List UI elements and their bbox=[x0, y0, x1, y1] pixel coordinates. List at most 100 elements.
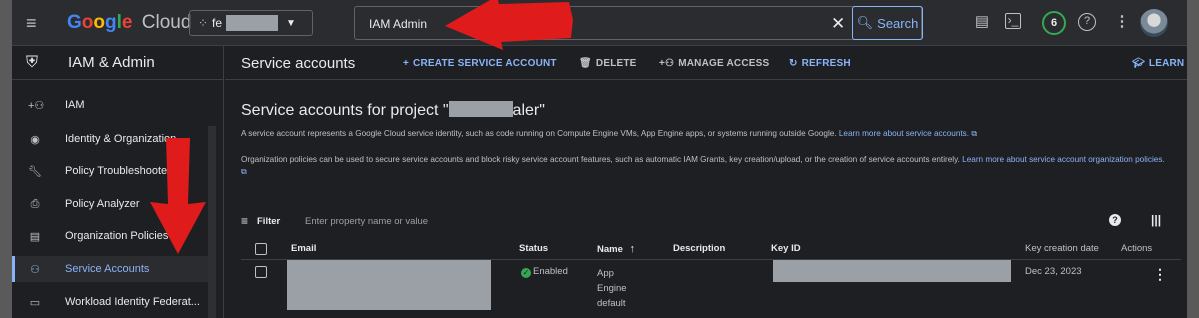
top-bar: ≡ Google Cloud ⁘ fe ▼ IAM Admin ✕ 🔍︎ Sea… bbox=[12, 0, 1187, 46]
sidebar-title: IAM & Admin bbox=[68, 54, 155, 71]
link-text-a: Learn more bbox=[962, 155, 1005, 164]
column-name-label: Name bbox=[597, 244, 623, 255]
sidebar-item-label: Workload Identity Federat... bbox=[65, 296, 200, 308]
name-cell: App Engine default bbox=[597, 266, 627, 311]
row-checkbox[interactable] bbox=[255, 266, 267, 278]
project-icon: ⁘ bbox=[198, 16, 209, 30]
logo-cloud: Cloud bbox=[141, 12, 192, 33]
add-person-icon: +⚇ bbox=[659, 58, 675, 69]
org-policy-text: Organization policies can be used to sec… bbox=[241, 155, 963, 164]
sidebar-item-service-accounts[interactable]: ⚇ Service Accounts bbox=[12, 256, 208, 282]
column-key-creation-date[interactable]: Key creation date bbox=[1025, 243, 1099, 254]
main-content: Service accounts + CREATE SERVICE ACCOUNT… bbox=[225, 46, 1187, 318]
create-service-account-button[interactable]: + CREATE SERVICE ACCOUNT bbox=[403, 58, 557, 69]
id-card-icon: ▭ bbox=[29, 296, 41, 309]
filter-label: Filter bbox=[257, 216, 281, 227]
link-text: Learn more about service accounts. bbox=[838, 129, 970, 138]
search-icon: 🔍︎ bbox=[856, 15, 874, 30]
sidebar-scrollbar[interactable] bbox=[208, 126, 216, 318]
external-link-icon: ⧉ bbox=[971, 129, 978, 138]
manage-access-label: MANAGE ACCESS bbox=[678, 58, 770, 69]
delete-button[interactable]: 🗑︎ DELETE bbox=[579, 58, 637, 69]
heading-suffix: aler" bbox=[512, 102, 545, 119]
name-line: Engine bbox=[597, 283, 627, 294]
key-date-cell: Dec 23, 2023 bbox=[1025, 266, 1082, 277]
help-icon[interactable]: ? bbox=[1109, 214, 1121, 226]
learn-more-service-accounts-link[interactable]: Learn more about service accounts. ⧉ bbox=[839, 129, 977, 138]
search-button[interactable]: 🔍︎ Search bbox=[852, 6, 923, 40]
column-status[interactable]: Status bbox=[519, 243, 548, 254]
redacted-key-id bbox=[773, 260, 1011, 282]
wrench-icon: 🔧︎ bbox=[28, 165, 42, 178]
plus-icon: + bbox=[403, 58, 410, 69]
org-policy-paragraph: Organization policies can be used to sec… bbox=[241, 154, 1171, 178]
filter-input[interactable]: Enter property name or value bbox=[305, 216, 428, 227]
column-description[interactable]: Description bbox=[673, 243, 725, 254]
page-title: Service accounts bbox=[241, 55, 356, 72]
column-actions: Actions bbox=[1121, 243, 1153, 254]
check-circle-icon: ✓ bbox=[521, 268, 531, 278]
status-cell: ✓ Enabled bbox=[521, 266, 568, 278]
column-display-icon[interactable]: ||| bbox=[1151, 213, 1161, 227]
filter-icon[interactable]: ≡ bbox=[241, 214, 248, 228]
manage-access-button[interactable]: +⚇ MANAGE ACCESS bbox=[659, 58, 769, 69]
sidebar-item-iam[interactable]: +⚇ IAM bbox=[12, 92, 208, 118]
create-label: CREATE SERVICE ACCOUNT bbox=[413, 58, 557, 69]
notifications-badge[interactable]: 6 bbox=[1042, 11, 1066, 35]
action-bar: Service accounts + CREATE SERVICE ACCOUNT… bbox=[225, 46, 1187, 80]
redacted-project-id bbox=[448, 101, 513, 117]
graduation-cap-icon: 🎓︎ bbox=[1132, 58, 1145, 69]
sidebar-item-label: Policy Analyzer bbox=[65, 198, 140, 210]
search-button-label: Search bbox=[877, 15, 919, 31]
trash-icon: 🗑︎ bbox=[579, 58, 592, 69]
sidebar-item-label: IAM bbox=[65, 99, 85, 111]
sidebar-item-workload-identity-federation[interactable]: ▭ Workload Identity Federat... bbox=[12, 289, 208, 315]
status-text: Enabled bbox=[533, 266, 568, 277]
logo-google: Google bbox=[67, 12, 133, 33]
add-person-icon: +⚇ bbox=[28, 99, 45, 112]
learn-button[interactable]: 🎓︎ LEARN bbox=[1132, 58, 1184, 69]
filter-bar: ≡ Filter Enter property name or value ? … bbox=[241, 212, 1181, 232]
table-row[interactable]: ✓ Enabled App Engine default Dec 23, 2023… bbox=[241, 260, 1181, 318]
account-circle-icon: ◉ bbox=[30, 133, 40, 146]
more-vert-icon[interactable]: ⋮ bbox=[1153, 266, 1167, 283]
refresh-icon: ↻ bbox=[789, 58, 798, 69]
google-cloud-logo[interactable]: Google Cloud bbox=[67, 13, 191, 33]
avatar[interactable] bbox=[1140, 9, 1168, 37]
learn-label: LEARN bbox=[1148, 58, 1185, 69]
column-name[interactable]: Name ↑ bbox=[597, 243, 635, 255]
sidebar-header: ⛨ IAM & Admin bbox=[12, 46, 223, 80]
shield-icon: ⛨ bbox=[26, 53, 39, 71]
annotation-arrow-down bbox=[150, 138, 206, 254]
select-all-checkbox[interactable] bbox=[255, 243, 267, 255]
clear-search-icon[interactable]: ✕ bbox=[831, 14, 845, 34]
service-account-icon: ⚇ bbox=[30, 263, 40, 276]
document-search-icon: ⎙ bbox=[30, 197, 40, 210]
search-input[interactable]: IAM Admin bbox=[369, 17, 427, 31]
column-email[interactable]: Email bbox=[291, 243, 316, 254]
heading-prefix: Service accounts for project " bbox=[241, 102, 449, 119]
sort-ascending-icon: ↑ bbox=[629, 243, 636, 255]
annotation-arrow-right bbox=[445, 0, 573, 50]
section-heading: Service accounts for project " aler" bbox=[241, 101, 545, 120]
refresh-label: REFRESH bbox=[801, 58, 851, 69]
refresh-button[interactable]: ↻ REFRESH bbox=[789, 58, 851, 69]
gcp-console-window: ≡ Google Cloud ⁘ fe ▼ IAM Admin ✕ 🔍︎ Sea… bbox=[12, 0, 1187, 318]
chevron-down-icon: ▼ bbox=[286, 17, 296, 29]
search-bar[interactable]: IAM Admin ✕ 🔍︎ Search bbox=[354, 6, 923, 40]
name-line: default bbox=[597, 298, 626, 309]
column-key-id[interactable]: Key ID bbox=[771, 243, 801, 254]
hamburger-icon[interactable]: ≡ bbox=[26, 14, 44, 32]
project-picker[interactable]: ⁘ fe ▼ bbox=[189, 10, 313, 36]
list-box-icon: ▤ bbox=[29, 230, 41, 243]
more-vert-icon[interactable]: ⋮ bbox=[1112, 13, 1132, 31]
project-name: fe bbox=[212, 16, 223, 30]
sidebar-item-label: Service Accounts bbox=[65, 263, 150, 275]
delete-label: DELETE bbox=[595, 58, 637, 69]
gemini-chat-icon[interactable]: ▤ bbox=[972, 13, 992, 31]
intro-paragraph: A service account represents a Google Cl… bbox=[241, 128, 1171, 140]
redacted-email bbox=[287, 260, 491, 310]
name-line: App bbox=[597, 268, 614, 279]
help-icon[interactable]: ? bbox=[1078, 13, 1096, 31]
cloud-shell-icon[interactable]: ›_ bbox=[1005, 13, 1021, 29]
